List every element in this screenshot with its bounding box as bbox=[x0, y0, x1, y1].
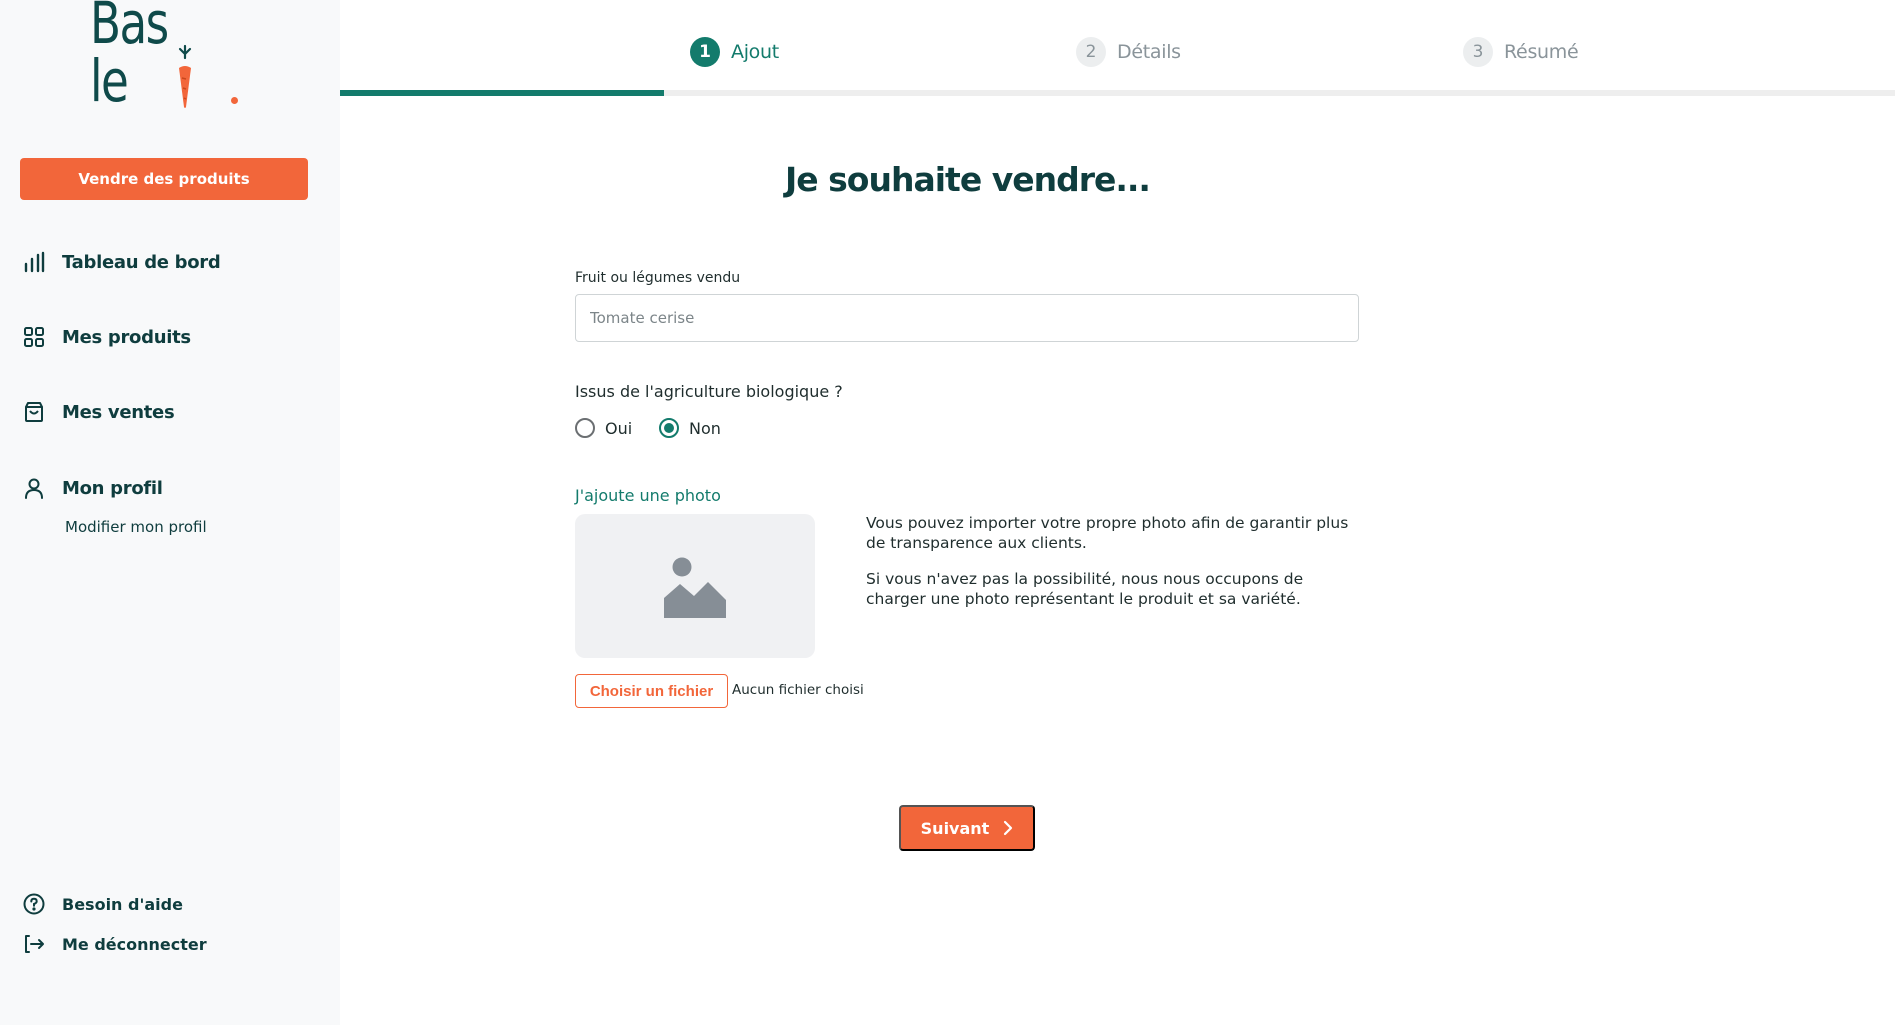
file-status: Aucun fichier choisi bbox=[732, 682, 864, 698]
radio-button[interactable] bbox=[659, 418, 679, 438]
shopping-bag-icon bbox=[22, 400, 46, 424]
basile-logo[interactable]: Bas le bbox=[90, 0, 250, 110]
radio-label: Non bbox=[689, 418, 721, 438]
photo-preview bbox=[575, 514, 815, 658]
logout-label: Me déconnecter bbox=[62, 934, 207, 954]
bar-chart-icon bbox=[22, 250, 46, 274]
sidebar-item-sales[interactable]: Mes ventes bbox=[22, 397, 175, 427]
radio-non[interactable]: Non bbox=[659, 416, 721, 440]
step-number: 1 bbox=[690, 37, 720, 67]
next-button[interactable]: Suivant bbox=[899, 805, 1035, 851]
step-label: Ajout bbox=[731, 41, 779, 63]
step-label: Détails bbox=[1117, 41, 1181, 63]
progress-fill bbox=[340, 90, 664, 96]
logo-dot bbox=[231, 97, 238, 104]
organic-question: Issus de l'agriculture biologique ? bbox=[575, 382, 843, 401]
carrot-icon bbox=[178, 44, 192, 108]
page-title: Je souhaite vendre... bbox=[785, 160, 1151, 199]
sidebar-item-label: Tableau de bord bbox=[62, 251, 221, 273]
choose-file-button[interactable]: Choisir un fichier bbox=[575, 674, 728, 708]
step-resume[interactable]: 3 Résumé bbox=[1463, 36, 1579, 68]
sidebar-item-label: Mes ventes bbox=[62, 401, 175, 423]
sidebar-item-label: Mes produits bbox=[62, 326, 191, 348]
help-circle-icon bbox=[22, 892, 46, 916]
photo-help-text-2: Si vous n'avez pas la possibilité, nous … bbox=[866, 570, 1304, 608]
radio-oui[interactable]: Oui bbox=[575, 416, 632, 440]
sidebar-item-dashboard[interactable]: Tableau de bord bbox=[22, 247, 221, 277]
photo-help-text-1: Vous pouvez importer votre propre photo … bbox=[866, 514, 1349, 552]
step-number: 3 bbox=[1463, 37, 1493, 67]
step-details[interactable]: 2 Détails bbox=[1076, 36, 1181, 68]
image-placeholder-icon bbox=[664, 557, 726, 618]
sidebar: Bas le Vendre des produits Tableau de bo… bbox=[0, 0, 340, 1025]
grid-icon bbox=[22, 325, 46, 349]
user-icon bbox=[22, 476, 46, 500]
radio-label: Oui bbox=[605, 418, 633, 438]
logout-link[interactable]: Me déconnecter bbox=[22, 930, 207, 958]
progress-track bbox=[340, 90, 1895, 96]
step-ajout[interactable]: 1 Ajout bbox=[690, 36, 779, 68]
edit-profile-link[interactable]: Modifier mon profil bbox=[65, 518, 207, 536]
photo-label: J'ajoute une photo bbox=[575, 486, 721, 505]
help-link[interactable]: Besoin d'aide bbox=[22, 890, 183, 918]
radio-button[interactable] bbox=[575, 418, 595, 438]
product-field-label: Fruit ou légumes vendu bbox=[575, 270, 741, 286]
sidebar-item-label: Mon profil bbox=[62, 477, 163, 499]
stepper: 1 Ajout 2 Détails 3 Résumé bbox=[340, 0, 1895, 98]
step-number: 2 bbox=[1076, 37, 1106, 67]
logout-icon bbox=[22, 932, 46, 956]
logo-text: Bas le bbox=[90, 0, 180, 115]
product-input[interactable] bbox=[575, 294, 1359, 342]
sell-products-button[interactable]: Vendre des produits bbox=[20, 158, 308, 200]
help-label: Besoin d'aide bbox=[62, 894, 183, 914]
sidebar-item-products[interactable]: Mes produits bbox=[22, 322, 191, 352]
chevron-right-icon bbox=[1003, 820, 1013, 836]
next-label: Suivant bbox=[920, 818, 990, 838]
sidebar-item-profile[interactable]: Mon profil bbox=[22, 473, 163, 503]
step-label: Résumé bbox=[1504, 41, 1579, 63]
